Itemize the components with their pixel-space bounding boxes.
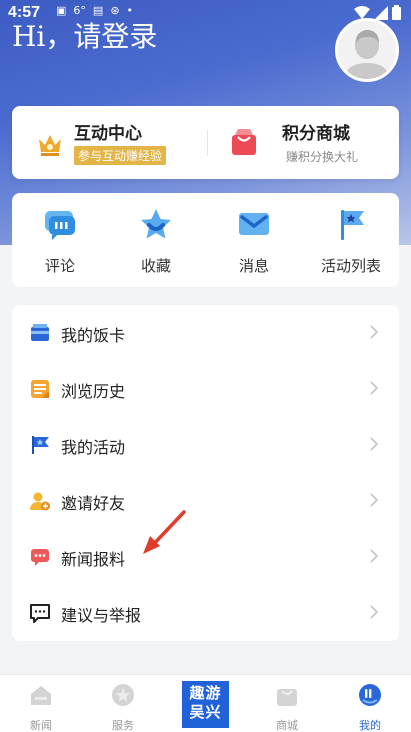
- message-icon: [239, 213, 269, 235]
- feedback-icon: [30, 604, 50, 623]
- logo-line-2: 吴兴: [189, 703, 222, 721]
- shop-bag-icon: [277, 689, 297, 706]
- nav-mall[interactable]: 商城: [252, 683, 322, 732]
- interaction-center-entry[interactable]: 互动中心 参与互动赚经验: [12, 106, 207, 179]
- divider: [207, 130, 208, 156]
- news-tip-icon: [31, 549, 49, 566]
- menu-item-label: 我的活动: [61, 438, 126, 457]
- shopping-bag-icon: [232, 129, 256, 155]
- flag-icon: [341, 210, 364, 240]
- battery-icon: [392, 5, 401, 20]
- quick-action-activity-list[interactable]: 活动列表: [311, 207, 391, 276]
- menu-item-label: 邀请好友: [61, 494, 126, 513]
- menu-item-my-activity[interactable]: 我的活动: [12, 417, 399, 473]
- chevron-right-icon: [370, 437, 379, 451]
- home-icon: [31, 686, 51, 705]
- nav-service[interactable]: 服务: [88, 683, 158, 732]
- nav-label: 商城: [276, 719, 298, 732]
- chevron-right-icon: [370, 605, 379, 619]
- nav-label: 新闻: [30, 719, 52, 732]
- menu-item-label: 浏览历史: [61, 382, 126, 401]
- quick-actions-card: 评论 收藏 消息 活动列表: [12, 193, 399, 287]
- points-mall-subtitle: 赚积分换大礼: [286, 150, 359, 164]
- menu-item-label: 建议与举报: [61, 606, 142, 625]
- bottom-nav: 新闻 服务 趣游 吴兴 商城 我的: [0, 674, 411, 732]
- quick-action-label: 活动列表: [320, 257, 381, 275]
- menu-item-feedback[interactable]: 建议与举报: [12, 585, 399, 641]
- interaction-card: 互动中心 参与互动赚经验 积分商城 赚积分换大礼: [12, 106, 399, 179]
- nav-profile[interactable]: 我的: [335, 683, 405, 732]
- annotation-arrow-icon: [143, 510, 186, 554]
- nav-news[interactable]: 新闻: [6, 683, 76, 732]
- menu-item-invite-friends[interactable]: 邀请好友: [12, 473, 399, 529]
- default-avatar-icon: [338, 21, 396, 79]
- menu-item-meal-card[interactable]: 我的饭卡: [12, 305, 399, 361]
- crown-icon: [39, 135, 61, 156]
- menu-item-news-tip[interactable]: 新闻报料: [12, 529, 399, 585]
- signal-icon: [374, 5, 388, 20]
- comment-icon: [45, 211, 75, 240]
- interaction-center-badge: 参与互动赚经验: [74, 146, 167, 165]
- menu-item-history[interactable]: 浏览历史: [12, 361, 399, 417]
- chevron-right-icon: [370, 549, 379, 563]
- activity-flag-icon: [32, 436, 49, 454]
- interaction-center-title: 互动中心: [74, 124, 142, 144]
- menu-item-label: 我的饭卡: [61, 326, 126, 345]
- quick-action-label: 消息: [238, 257, 269, 275]
- quick-action-message[interactable]: 消息: [214, 207, 294, 276]
- nav-label: 我的: [359, 719, 381, 732]
- nav-label: 服务: [112, 719, 134, 732]
- star-icon: [141, 209, 171, 239]
- points-mall-entry[interactable]: 积分商城 赚积分换大礼: [212, 106, 399, 179]
- menu-list: 我的饭卡 浏览历史 我的活动 邀请好友 新闻报料 建议与举报: [12, 305, 399, 641]
- quick-action-favorite[interactable]: 收藏: [116, 207, 196, 276]
- card-icon: [31, 324, 49, 341]
- profile-icon: [359, 684, 381, 706]
- quick-action-comment[interactable]: 评论: [20, 207, 100, 276]
- invite-user-icon: [30, 492, 50, 511]
- center-app-logo[interactable]: 趣游 吴兴: [182, 681, 229, 728]
- quick-action-label: 收藏: [140, 257, 171, 275]
- chevron-right-icon: [370, 381, 379, 395]
- quick-action-label: 评论: [44, 257, 75, 275]
- logo-line-1: 趣游: [189, 684, 222, 702]
- points-mall-title: 积分商城: [282, 124, 350, 144]
- login-prompt[interactable]: Hi，请登录: [12, 15, 157, 55]
- history-icon: [31, 380, 49, 398]
- chevron-right-icon: [370, 325, 379, 339]
- menu-item-label: 新闻报料: [61, 550, 126, 569]
- avatar[interactable]: [335, 18, 399, 82]
- service-icon: [112, 684, 134, 706]
- chevron-right-icon: [370, 493, 379, 507]
